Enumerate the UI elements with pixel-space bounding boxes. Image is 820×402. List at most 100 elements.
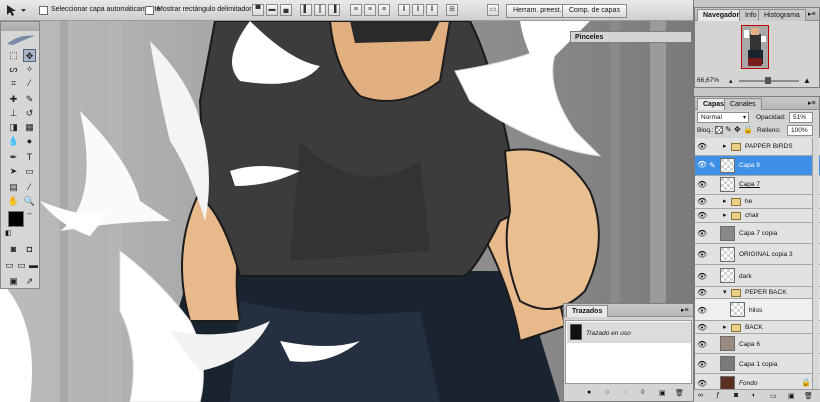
opacity-input[interactable]: 51% xyxy=(789,112,813,123)
tab-navigator[interactable]: Navegador xyxy=(697,9,746,21)
delete-layer-icon[interactable]: 🗑 xyxy=(804,392,813,400)
visibility-eye-icon[interactable]: 👁 xyxy=(697,324,707,332)
magic-wand-tool-icon[interactable]: ✧ xyxy=(23,63,36,76)
fill-input[interactable]: 100% xyxy=(787,125,813,136)
stroke-path-icon[interactable]: ○ xyxy=(605,389,609,396)
screen-mode-full-icon[interactable]: ▬ xyxy=(27,259,40,272)
layer-capa-6[interactable]: 👁 Capa 6 xyxy=(695,334,820,354)
visibility-eye-icon[interactable]: 👁 xyxy=(697,251,707,259)
layer-thumbnail[interactable] xyxy=(720,247,735,262)
tab-paths[interactable]: Trazados xyxy=(566,305,609,317)
fill-path-icon[interactable]: ● xyxy=(587,389,591,396)
layer-style-icon[interactable]: ƒ xyxy=(716,392,720,399)
layer-capa-7-copia[interactable]: 👁 Capa 7 copia xyxy=(695,223,820,244)
visibility-eye-icon[interactable]: 👁 xyxy=(697,273,707,281)
show-bounds-checkbox[interactable] xyxy=(145,6,154,15)
foreground-color-swatch[interactable] xyxy=(8,211,24,227)
distribute-bottom-icon[interactable]: ≡ xyxy=(378,4,390,16)
layer-group-peper-back[interactable]: 👁 ▾ PEPER BACK xyxy=(695,287,820,299)
load-selection-icon[interactable]: ◌ xyxy=(623,389,627,396)
visibility-eye-icon[interactable]: 👁 xyxy=(697,307,707,315)
disclosure-triangle-icon[interactable]: ▾ xyxy=(723,288,727,296)
history-brush-icon[interactable]: ↺ xyxy=(23,107,36,120)
visibility-eye-icon[interactable]: 👁 xyxy=(697,289,707,297)
layer-thumbnail[interactable] xyxy=(720,356,735,371)
pen-tool-icon[interactable]: ✒ xyxy=(7,151,20,164)
align-right-icon[interactable]: ▐ xyxy=(328,4,340,16)
dock-toggle-icon[interactable]: ▭ xyxy=(487,4,499,16)
visibility-eye-icon[interactable]: 👁 xyxy=(697,230,707,238)
layer-group-he[interactable]: 👁 ▸ he xyxy=(695,195,820,209)
layer-group-back[interactable]: 👁 ▸ BACK xyxy=(695,321,820,334)
tab-histogram[interactable]: Histograma xyxy=(758,9,806,21)
distribute-vcenter-icon[interactable]: ≡ xyxy=(364,4,376,16)
visibility-eye-icon[interactable]: 👁 xyxy=(697,380,707,388)
lock-transparent-icon[interactable] xyxy=(715,126,723,134)
new-path-icon[interactable]: ▣ xyxy=(659,389,666,397)
zoom-slider-handle[interactable] xyxy=(765,77,771,84)
default-colors-icon[interactable]: ◧ xyxy=(5,229,12,237)
layer-thumbnail[interactable] xyxy=(720,226,735,241)
disclosure-triangle-icon[interactable]: ▸ xyxy=(723,142,727,150)
distribute-right-icon[interactable]: ‖ xyxy=(426,4,438,16)
visibility-eye-icon[interactable]: 👁 xyxy=(697,198,707,206)
align-hcenter-icon[interactable]: ┃ xyxy=(314,4,326,16)
visibility-eye-icon[interactable]: 👁 xyxy=(697,161,707,169)
paths-menu-icon[interactable]: ▸≡ xyxy=(681,306,689,314)
eyedropper-tool-icon[interactable]: ⁄ xyxy=(23,181,36,194)
link-layers-icon[interactable]: ∞ xyxy=(698,392,703,399)
quick-mask-icon[interactable]: ◘ xyxy=(23,243,36,256)
disclosure-triangle-icon[interactable]: ▸ xyxy=(723,323,727,331)
blur-tool-icon[interactable]: 💧 xyxy=(7,135,20,148)
layer-thumbnail[interactable] xyxy=(720,158,735,173)
hand-tool-icon[interactable]: ✋ xyxy=(7,195,20,208)
visibility-eye-icon[interactable]: 👁 xyxy=(697,212,707,220)
layer-capa-8[interactable]: 👁 ✎ Capa 8 xyxy=(695,156,820,176)
eraser-tool-icon[interactable]: ◨ xyxy=(7,121,20,134)
swap-colors-icon[interactable]: ↔ xyxy=(26,210,33,217)
lock-pixels-icon[interactable]: ✎ xyxy=(725,125,732,134)
move-tool-preset-icon[interactable] xyxy=(4,3,32,18)
zoom-in-icon[interactable]: ▲ xyxy=(803,76,811,85)
visibility-eye-icon[interactable]: 👁 xyxy=(697,341,707,349)
align-vcenter-icon[interactable]: ▬ xyxy=(266,4,278,16)
layer-thumbnail[interactable] xyxy=(720,177,735,192)
notes-tool-icon[interactable]: ▤ xyxy=(7,181,20,194)
marquee-tool-icon[interactable]: ⬚ xyxy=(7,49,20,62)
navigator-zoom-value[interactable]: 66,67% xyxy=(697,77,719,84)
layer-capa-7[interactable]: 👁 Capa 7 xyxy=(695,176,820,195)
zoom-tool-icon[interactable]: 🔍 xyxy=(23,195,36,208)
new-group-icon[interactable]: ▭ xyxy=(770,392,777,400)
gradient-tool-icon[interactable]: ▦ xyxy=(23,121,36,134)
lock-all-icon[interactable]: 🔒 xyxy=(743,125,753,134)
delete-path-icon[interactable]: 🗑 xyxy=(675,389,684,397)
blend-mode-select[interactable]: Normal xyxy=(697,112,749,123)
standard-mode-icon[interactable]: ◙ xyxy=(7,243,20,256)
toolbox-header[interactable] xyxy=(1,22,39,31)
layer-hilos[interactable]: 👁 hilos xyxy=(695,299,820,321)
lasso-tool-icon[interactable]: ᔕ xyxy=(7,63,20,76)
navigator-menu-icon[interactable]: ▸≡ xyxy=(808,10,816,18)
lock-position-icon[interactable]: ✥ xyxy=(734,125,741,134)
auto-select-checkbox[interactable] xyxy=(39,6,48,15)
shape-tool-icon[interactable]: ▭ xyxy=(23,165,36,178)
align-left-icon[interactable]: ▌ xyxy=(300,4,312,16)
layer-group-papper-birds[interactable]: 👁 ▸ PAPPER BIRDS xyxy=(695,138,820,156)
layer-thumbnail[interactable] xyxy=(720,376,735,389)
layer-mask-icon[interactable]: ◙ xyxy=(734,392,738,399)
adobe-feather-icon[interactable] xyxy=(5,34,37,46)
crop-tool-icon[interactable]: ⌗ xyxy=(7,77,20,90)
brush-tool-icon[interactable]: ✎ xyxy=(23,93,36,106)
brushes-panel[interactable]: Pinceles xyxy=(570,31,692,43)
layer-thumbnail[interactable] xyxy=(720,268,735,283)
make-work-path-icon[interactable]: ◊ xyxy=(641,389,644,396)
layer-group-chair[interactable]: 👁 ▸ chair xyxy=(695,209,820,223)
tab-channels[interactable]: Canales xyxy=(724,98,762,110)
align-bottom-icon[interactable]: ▄ xyxy=(280,4,292,16)
new-layer-icon[interactable]: ▣ xyxy=(788,392,795,400)
visibility-eye-icon[interactable]: 👁 xyxy=(697,361,707,369)
zoom-out-icon[interactable]: ▴ xyxy=(729,77,733,85)
layer-capa-1-copia[interactable]: 👁 Capa 1 copia xyxy=(695,354,820,374)
dodge-tool-icon[interactable]: ● xyxy=(23,135,36,148)
distribute-left-icon[interactable]: ‖ xyxy=(398,4,410,16)
